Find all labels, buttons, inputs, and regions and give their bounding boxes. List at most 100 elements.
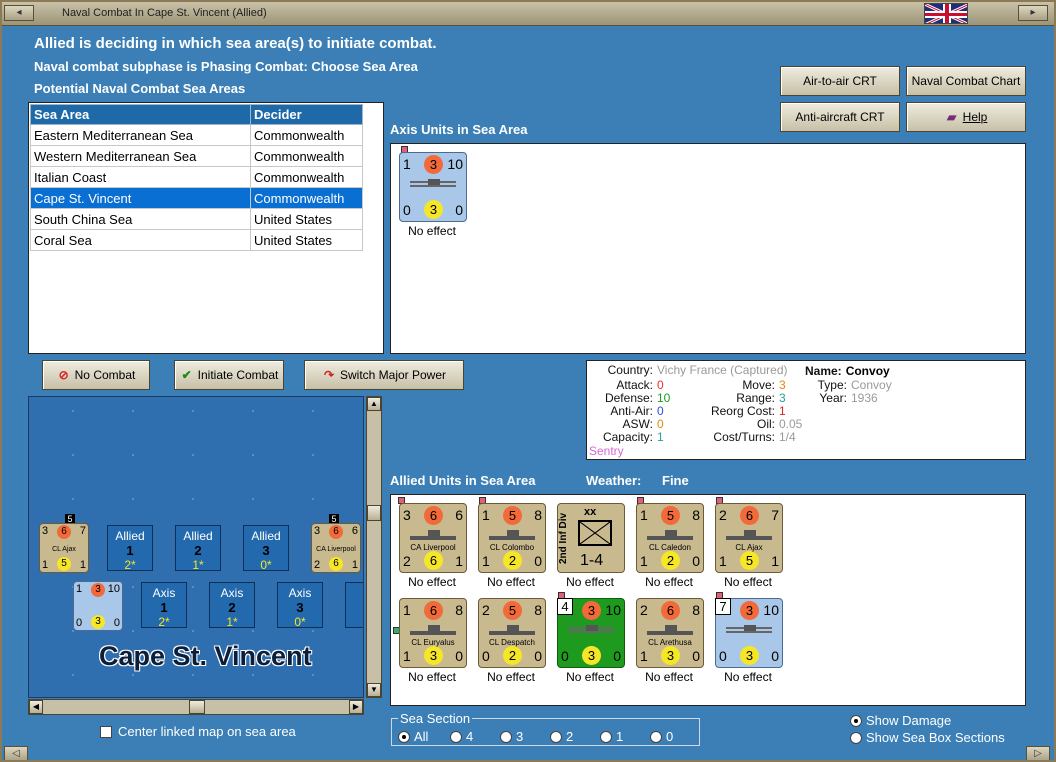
allied-units-panel: 366 CA Liverpool 261 No effect 158 CL Co… — [390, 494, 1026, 706]
status-heading: Allied is deciding in which sea area(s) … — [34, 35, 437, 52]
allied-unit-counter[interactable]: 268 CL Arethusa 130 — [636, 598, 704, 668]
subphase-text: Naval combat subphase is Phasing Combat:… — [34, 59, 418, 74]
anti-aircraft-crt-button[interactable]: Anti-aircraft CRT — [780, 102, 900, 132]
scroll-right-icon[interactable]: ▶ — [349, 700, 363, 714]
convoy-icon — [410, 179, 456, 189]
close-window-button[interactable]: ▸ — [1018, 5, 1048, 21]
unit-effect: No effect — [487, 575, 535, 589]
no-entry-icon: ⊘ — [58, 368, 69, 382]
scroll-left-icon[interactable]: ◀ — [29, 700, 43, 714]
col-decider[interactable]: Decider — [250, 104, 363, 125]
cruiser-icon — [410, 530, 456, 540]
sea-section-0-radio[interactable]: 0 — [650, 729, 673, 744]
allied-units-label: Allied Units in Sea Area — [390, 473, 536, 488]
axis-sea-box[interactable]: Axis 1 2* — [141, 582, 187, 629]
weather-value: Fine — [662, 473, 689, 488]
cruiser-icon — [489, 625, 535, 635]
sea-area-map[interactable]: 5 3 6 7 CL Ajax 1 5 1 5 3 6 6 CA Liverpo… — [28, 396, 364, 698]
cruiser-icon — [647, 625, 693, 635]
sea-area-table: Sea Area Decider Eastern Mediterranean S… — [28, 102, 384, 354]
cruiser-icon — [726, 530, 772, 540]
col-sea-area[interactable]: Sea Area — [30, 104, 251, 125]
cruiser-icon — [489, 530, 535, 540]
unit-effect: No effect — [408, 670, 456, 684]
convoy-icon — [726, 625, 772, 635]
sea-section-2-radio[interactable]: 2 — [550, 729, 573, 744]
table-row-selected[interactable]: Cape St. Vincent Commonwealth — [30, 187, 363, 209]
check-icon: ✔ — [181, 368, 192, 382]
naval-combat-chart-button[interactable]: Naval Combat Chart — [906, 66, 1026, 96]
scroll-thumb[interactable] — [189, 700, 205, 714]
unit-info-panel: Country: Vichy France (Captured) Attack: 0… — [586, 360, 1026, 460]
axis-units-label: Axis Units in Sea Area — [390, 122, 528, 137]
axis-sea-box[interactable]: Axis 3 0* — [277, 582, 323, 629]
axis-unit-counter[interactable]: 1 3 10 0 3 0 — [399, 152, 467, 222]
sea-section-3-radio[interactable]: 3 — [500, 729, 523, 744]
unit-effect: No effect — [566, 575, 614, 589]
axis-sea-box[interactable]: A — [345, 582, 363, 628]
scroll-up-icon[interactable]: ▲ — [367, 397, 381, 411]
table-row[interactable]: Eastern Mediterranean Sea Commonwealth — [30, 124, 363, 146]
resize-corner-right[interactable]: ▷ — [1026, 746, 1050, 760]
allied-sea-box[interactable]: Allied 1 2* — [107, 525, 153, 572]
title-bar: ◂ Naval Combat In Cape St. Vincent (Alli… — [2, 2, 1054, 26]
uk-flag-icon — [924, 3, 968, 24]
sea-section-group: Sea Section All 4 3 2 1 0 — [391, 711, 700, 746]
scroll-down-icon[interactable]: ▼ — [367, 683, 381, 697]
cruiser-icon — [647, 530, 693, 540]
map-axis-counter[interactable]: 1 3 10 0 3 0 — [73, 581, 123, 631]
sentry-label: Sentry — [589, 444, 624, 458]
infantry-icon — [578, 520, 612, 546]
scroll-thumb[interactable] — [367, 505, 381, 521]
sea-area-name: Cape St. Vincent — [99, 641, 312, 671]
table-row[interactable]: Coral Sea United States — [30, 229, 363, 251]
help-button[interactable]: ▰ Help — [906, 102, 1026, 132]
checkbox-icon[interactable] — [100, 726, 112, 738]
switch-major-power-button[interactable]: ↷ Switch Major Power — [304, 360, 464, 390]
allied-unit-counter[interactable]: 267 CL Ajax 151 — [715, 503, 783, 573]
unit-effect: No effect — [487, 670, 535, 684]
allied-unit-counter[interactable]: 158 CL Colombo 120 — [478, 503, 546, 573]
unit-effect: No effect — [724, 670, 772, 684]
axis-sea-box[interactable]: Axis 2 1* — [209, 582, 255, 629]
axis-units-panel: 1 3 10 0 3 0 No effect — [390, 143, 1026, 354]
map-unit-counter[interactable]: 3 6 6 CA Liverpool 2 6 1 — [311, 523, 361, 573]
infantry-division-counter[interactable]: 2nd Inf Div xx 1-4 — [557, 503, 625, 573]
center-linked-checkbox[interactable]: Center linked map on sea area — [100, 724, 296, 739]
table-row[interactable]: Western Mediterranean Sea Commonwealth — [30, 145, 363, 167]
table-row[interactable]: South China Sea United States — [30, 208, 363, 230]
no-combat-button[interactable]: ⊘ No Combat — [42, 360, 150, 390]
map-unit-counter[interactable]: 3 6 7 CL Ajax 1 5 1 — [39, 523, 89, 573]
weather-label: Weather: — [586, 473, 642, 488]
sea-section-all-radio[interactable]: All — [398, 729, 428, 744]
allied-sea-box[interactable]: Allied 2 1* — [175, 525, 221, 572]
show-sea-box-sections-radio[interactable]: Show Sea Box Sections — [850, 730, 1005, 745]
unit-effect: No effect — [724, 575, 772, 589]
unit-effect: No effect — [645, 670, 693, 684]
map-vertical-scrollbar[interactable]: ▲ ▼ — [366, 396, 382, 698]
allied-unit-counter[interactable]: 158 CL Caledon 120 — [636, 503, 704, 573]
book-icon: ▰ — [947, 110, 957, 124]
allied-convoy-counter[interactable]: 4 3 10 030 — [557, 598, 625, 668]
allied-unit-counter[interactable]: 366 CA Liverpool 261 — [399, 503, 467, 573]
initiate-combat-button[interactable]: ✔ Initiate Combat — [174, 360, 284, 390]
sea-section-4-radio[interactable]: 4 — [450, 729, 473, 744]
allied-sea-box[interactable]: Allied 3 0* — [243, 525, 289, 572]
air-to-air-crt-button[interactable]: Air-to-air CRT — [780, 66, 900, 96]
allied-unit-counter[interactable]: 168 CL Euryalus 130 — [399, 598, 467, 668]
unit-effect: No effect — [408, 575, 456, 589]
allied-unit-counter[interactable]: 258 CL Despatch 020 — [478, 598, 546, 668]
resize-corner-left[interactable]: ◁ — [4, 746, 28, 760]
table-row[interactable]: Italian Coast Commonwealth — [30, 166, 363, 188]
potential-areas-label: Potential Naval Combat Sea Areas — [34, 81, 246, 96]
convoy-icon — [568, 625, 614, 635]
sea-section-1-radio[interactable]: 1 — [600, 729, 623, 744]
unit-effect: No effect — [408, 224, 456, 238]
map-horizontal-scrollbar[interactable]: ◀ ▶ — [28, 699, 364, 715]
show-damage-radio[interactable]: Show Damage — [850, 713, 951, 728]
system-menu-button[interactable]: ◂ — [4, 5, 34, 21]
allied-convoy-counter[interactable]: 7 3 10 030 — [715, 598, 783, 668]
window-title: Naval Combat In Cape St. Vincent (Allied… — [62, 7, 267, 19]
main-window: ◂ Naval Combat In Cape St. Vincent (Alli… — [0, 0, 1056, 762]
unit-effect: No effect — [645, 575, 693, 589]
